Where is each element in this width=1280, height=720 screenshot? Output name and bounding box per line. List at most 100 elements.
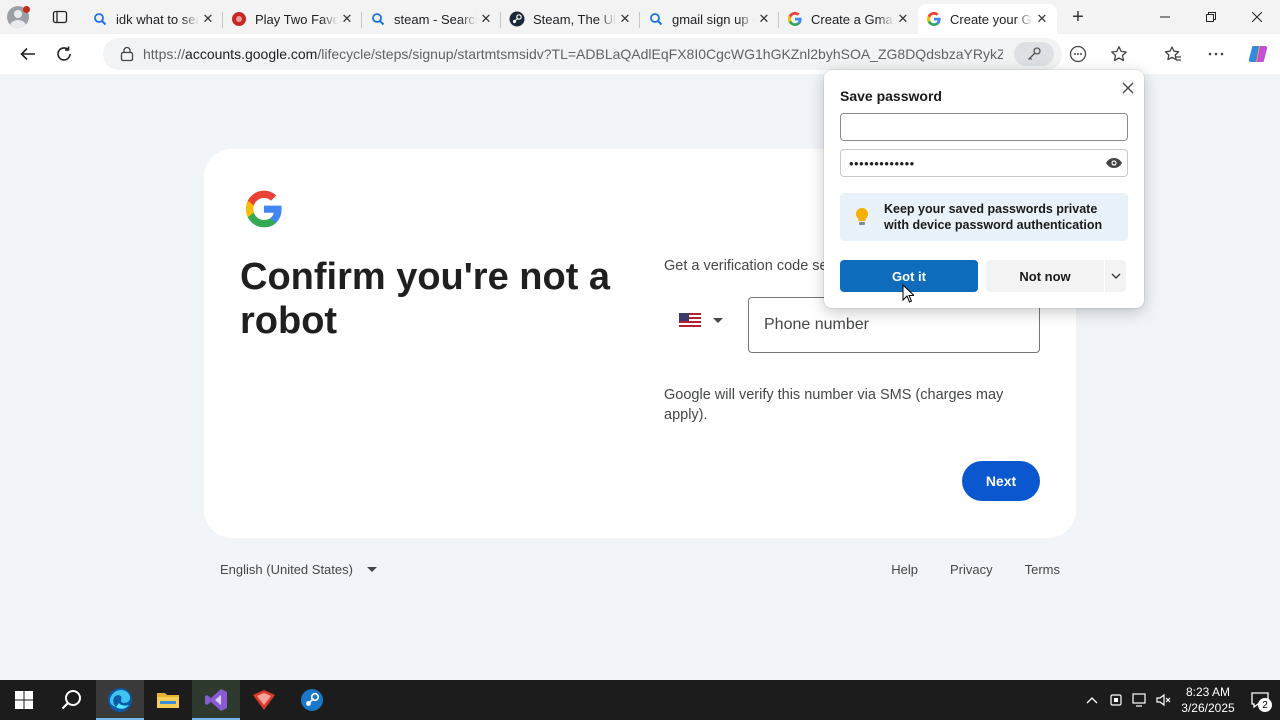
tab[interactable]: Steam, The Ultimate ✕ bbox=[501, 4, 640, 34]
back-arrow-icon bbox=[20, 47, 35, 61]
us-flag-icon bbox=[679, 313, 701, 327]
search-icon bbox=[648, 11, 664, 27]
minimize-button[interactable] bbox=[1142, 0, 1188, 34]
plus-icon: + bbox=[1072, 5, 1084, 28]
close-icon[interactable]: ✕ bbox=[894, 10, 912, 28]
country-code-selector[interactable] bbox=[679, 313, 723, 327]
copilot-button[interactable] bbox=[1242, 38, 1274, 70]
profile-button[interactable] bbox=[0, 0, 36, 34]
minimize-icon bbox=[1160, 16, 1170, 18]
tab-title: Play Two Favorites bbox=[255, 11, 338, 27]
search-icon bbox=[92, 11, 108, 27]
tab[interactable]: Play Two Favorites ✕ bbox=[223, 4, 362, 34]
tabs: idk what to search ✕ Play Two Favorites … bbox=[84, 0, 1057, 34]
tab[interactable]: Create a Gmail account ✕ bbox=[779, 4, 918, 34]
page-footer: English (United States) Help Privacy Ter… bbox=[220, 562, 1060, 582]
show-password-icon[interactable] bbox=[1105, 155, 1123, 171]
save-password-dialog: Save password ••••••••••••• Keep your sa… bbox=[824, 70, 1144, 308]
taskbar-red-app[interactable] bbox=[240, 680, 288, 720]
dialog-title: Save password bbox=[840, 88, 942, 104]
tab-actions-button[interactable] bbox=[36, 0, 84, 34]
phone-placeholder: Phone number bbox=[764, 316, 869, 333]
password-field[interactable]: ••••••••••••• bbox=[840, 149, 1128, 177]
search-button[interactable] bbox=[48, 680, 96, 720]
add-favorite-button[interactable] bbox=[1103, 38, 1135, 70]
taskbar-steam[interactable] bbox=[288, 680, 336, 720]
tab-active[interactable]: Create your Google Account ✕ bbox=[918, 4, 1057, 34]
tab[interactable]: steam - Search ✕ bbox=[362, 4, 501, 34]
system-tray: 8:23 AM 3/26/2025 2 bbox=[1080, 680, 1280, 720]
device-icon[interactable] bbox=[1104, 693, 1128, 707]
close-icon[interactable]: ✕ bbox=[616, 10, 634, 28]
close-icon[interactable]: ✕ bbox=[1033, 10, 1051, 28]
tab-strip: idk what to search ✕ Play Two Favorites … bbox=[0, 0, 1280, 34]
tab-title: steam - Search bbox=[394, 11, 477, 27]
lock-icon[interactable] bbox=[111, 46, 143, 62]
clock-date: 3/26/2025 bbox=[1181, 701, 1235, 715]
help-link[interactable]: Help bbox=[891, 562, 918, 577]
address-bar[interactable]: https://accounts.google.com/lifecycle/st… bbox=[103, 38, 1062, 70]
red-site-icon bbox=[231, 11, 247, 27]
tab-title: Create your Google Account bbox=[950, 11, 1033, 27]
username-field[interactable] bbox=[840, 113, 1128, 141]
tab-title: Create a Gmail account bbox=[811, 11, 894, 27]
tip-text: Keep your saved passwords private with d… bbox=[884, 202, 1103, 232]
chevron-up-icon bbox=[1086, 697, 1098, 704]
red-app-icon bbox=[253, 690, 275, 710]
window-controls bbox=[1142, 0, 1280, 34]
extensions-button[interactable] bbox=[1062, 38, 1094, 70]
star-icon bbox=[1111, 46, 1127, 62]
search-icon bbox=[370, 11, 386, 27]
notification-badge: 2 bbox=[1258, 698, 1272, 712]
clock[interactable]: 8:23 AM 3/26/2025 bbox=[1176, 684, 1240, 716]
tab-title: idk what to search bbox=[116, 11, 199, 27]
taskbar-file-explorer[interactable] bbox=[144, 680, 192, 720]
not-now-button[interactable]: Not now bbox=[986, 269, 1104, 284]
privacy-link[interactable]: Privacy bbox=[950, 562, 993, 577]
close-icon[interactable]: ✕ bbox=[199, 10, 217, 28]
lightbulb-icon bbox=[840, 207, 884, 227]
tab[interactable]: gmail sign up - Search ✕ bbox=[640, 4, 779, 34]
close-window-button[interactable] bbox=[1234, 0, 1280, 34]
taskbar-visual-studio[interactable] bbox=[192, 680, 240, 720]
volume-muted-icon[interactable] bbox=[1152, 693, 1176, 707]
caret-down-icon bbox=[366, 567, 377, 572]
url-path: /lifecycle/steps/signup/startmtsmsidv?TL… bbox=[317, 46, 1003, 62]
not-now-split-button: Not now bbox=[986, 260, 1126, 292]
password-key-button[interactable] bbox=[1014, 42, 1054, 66]
google-icon bbox=[787, 11, 803, 27]
password-value: ••••••••••••• bbox=[849, 155, 915, 171]
password-tip: Keep your saved passwords private with d… bbox=[840, 193, 1128, 241]
language-label: English (United States) bbox=[220, 562, 353, 577]
chevron-down-icon[interactable] bbox=[1105, 273, 1126, 279]
refresh-button[interactable] bbox=[46, 38, 82, 70]
verification-subtext: Get a verification code sent bbox=[664, 258, 840, 274]
windows-logo-icon bbox=[15, 691, 33, 709]
refresh-icon bbox=[57, 46, 71, 61]
close-dialog-button[interactable] bbox=[1118, 78, 1138, 98]
tab-title: gmail sign up - Search bbox=[672, 11, 755, 27]
steam-icon bbox=[509, 11, 525, 27]
restore-icon bbox=[1206, 12, 1216, 22]
tab-actions-icon bbox=[52, 10, 68, 24]
folder-icon bbox=[157, 693, 179, 708]
more-menu-button[interactable] bbox=[1200, 38, 1232, 70]
start-button[interactable] bbox=[0, 680, 48, 720]
language-selector[interactable]: English (United States) bbox=[220, 562, 377, 577]
back-button[interactable] bbox=[10, 38, 46, 70]
taskbar-edge[interactable] bbox=[96, 680, 144, 720]
visual-studio-icon bbox=[205, 689, 227, 711]
network-icon[interactable] bbox=[1128, 693, 1152, 707]
tab[interactable]: idk what to search ✕ bbox=[84, 4, 223, 34]
show-hidden-icons-button[interactable] bbox=[1080, 696, 1104, 704]
close-icon[interactable]: ✕ bbox=[755, 10, 773, 28]
close-icon[interactable]: ✕ bbox=[477, 10, 495, 28]
notifications-button[interactable]: 2 bbox=[1240, 680, 1280, 720]
next-button[interactable]: Next bbox=[962, 461, 1040, 501]
terms-link[interactable]: Terms bbox=[1025, 562, 1060, 577]
new-tab-button[interactable]: + bbox=[1057, 0, 1099, 34]
close-icon[interactable]: ✕ bbox=[338, 10, 356, 28]
favorites-button[interactable] bbox=[1157, 38, 1189, 70]
restore-button[interactable] bbox=[1188, 0, 1234, 34]
close-icon bbox=[1252, 12, 1262, 22]
